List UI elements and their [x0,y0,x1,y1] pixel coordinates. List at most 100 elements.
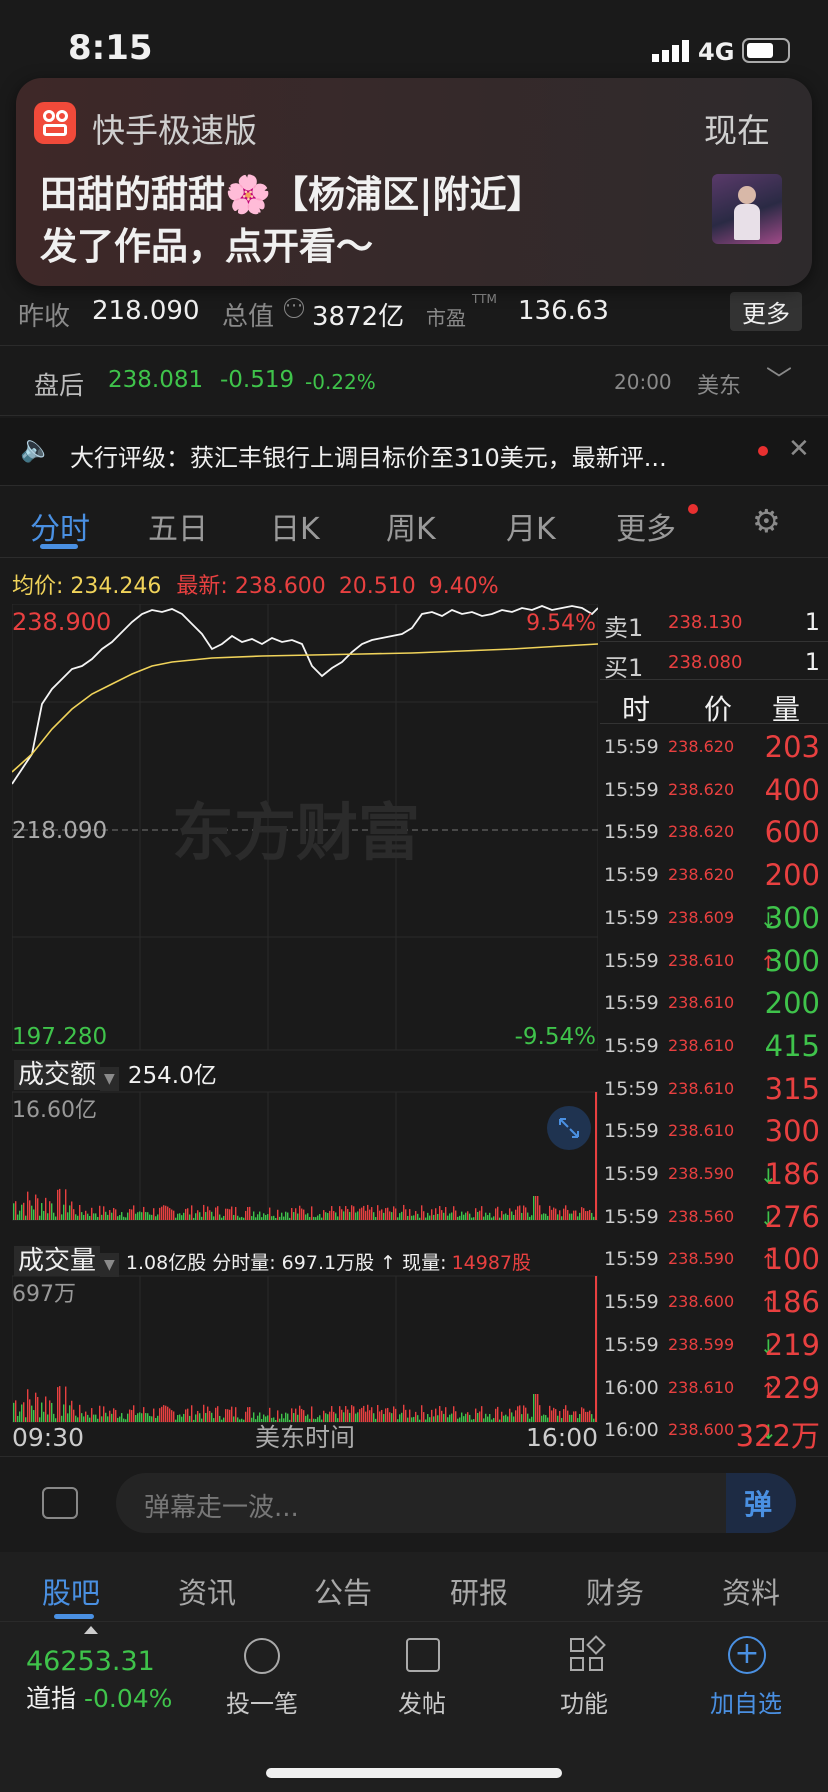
trade-price: 238.610 [668,1078,735,1098]
trade-time: 15:59 [604,1248,659,1271]
tab-intraday[interactable]: 分时 [30,504,90,548]
trade-qty: 200 [764,986,820,1021]
close-icon[interactable]: ✕ [788,434,810,464]
trade-price: 238.610 [668,1035,735,1055]
chevron-down-icon[interactable]: ﹀ [766,360,792,397]
trade-price: 238.620 [668,779,735,799]
info-icon[interactable]: ⋯ [284,297,304,318]
danmaku-settings-icon[interactable] [42,1487,78,1519]
signal-icon [652,40,692,62]
tab-profile[interactable]: 资料 [722,1570,780,1612]
trade-price: 238.600 [668,1292,735,1312]
change-value: 20.510 [338,574,416,599]
trade-time: 15:59 [604,1291,659,1314]
tab-monthly-k[interactable]: 月K [506,504,556,548]
trade-qty: 219 [764,1327,820,1362]
home-indicator[interactable] [266,1768,562,1778]
change-pct: 9.40% [428,574,499,599]
trade-time: 15:59 [604,906,659,929]
trade-time: 15:59 [604,1163,659,1185]
trade-time: 15:59 [604,1205,659,1228]
tab-daily-k[interactable]: 日K [270,504,320,548]
avg-value: 234.246 [70,574,162,599]
index-ticker[interactable]: 46253.31 道指 -0.04% [26,1646,172,1715]
more-button[interactable]: 更多 [730,292,802,331]
trade-time: 15:59 [604,864,659,887]
trades-head-time: 时 [622,693,651,726]
trade-list[interactable]: 15:59 238.620 203 15:59 238.620 400 15:59 238.6… [0,726,828,1456]
buy-label: 买1 [604,654,644,682]
notification-app-name: 快手极速版 [92,111,257,150]
trade-row: 15:59 238.610 300 [600,1110,828,1153]
last-value: 238.600 [234,574,326,599]
trade-row: 15:59 238.560 ↓ 276 [600,1196,828,1239]
network-label: 4G [698,38,735,66]
tab-news[interactable]: 资讯 [178,1570,236,1612]
send-danmaku-label: 弹 [744,1488,773,1521]
trade-row: 15:59 238.600 ↑ 186 [600,1281,828,1324]
tab-more[interactable]: 更多 [616,504,676,548]
trades-header: 时 价 量 [600,680,828,726]
tab-announcements[interactable]: 公告 [314,1570,372,1612]
trade-time: 16:00 [604,1419,659,1442]
nav-trade[interactable]: 投一笔 [202,1684,322,1719]
nav-post[interactable]: 发帖 [362,1684,482,1719]
trade-price: 238.599 [668,1334,735,1354]
add-circle-icon: + [728,1636,766,1674]
tab-5day[interactable]: 五日 [148,504,208,548]
comment-placeholder: 弹幕走一波... [144,1493,299,1523]
after-hours-row[interactable]: 盘后 238.081 -0.519 -0.22% 20:00 美东 ﹀ [0,346,828,416]
trades-head-qty: 量 [772,693,801,726]
trade-row: 15:59 238.590 ↑ 100 [600,1238,828,1281]
news-ticker[interactable]: 🔈 大行评级：获汇丰银行上调目标价至310美元，最新评... ✕ [0,418,828,486]
trade-price: 238.610 [668,1121,735,1141]
mcap-label: 总值 [222,302,275,332]
news-text[interactable]: 大行评级：获汇丰银行上调目标价至310美元，最新评... [70,438,667,473]
trade-row: 15:59 238.620 400 [600,769,828,812]
pe-sup: TTM [472,292,497,306]
tab-research[interactable]: 研报 [450,1570,508,1612]
after-hours-change: -0.519 [220,367,295,393]
notification-time: 现在 [704,111,770,150]
trade-time: 15:59 [604,1034,659,1057]
comment-input[interactable]: 弹幕走一波... 弹 [116,1473,796,1533]
push-notification[interactable]: 快手极速版 现在 田甜的甜甜🌸【杨浦区|附近】 发了作品，点开看～ [16,78,812,286]
trade-qty: 203 [764,730,820,764]
trade-price: 238.600 [668,1420,735,1440]
trades-head-price: 价 [704,693,733,726]
nav-add-watchlist[interactable]: 加自选 [686,1684,806,1719]
prev-close-value: 218.090 [92,296,200,326]
trade-qty: 322万 [735,1419,820,1454]
grid-icon [570,1635,606,1672]
trade-row: 15:59 238.610 200 [600,982,828,1025]
trade-time: 15:59 [604,949,659,972]
avg-label: 均价: [12,574,64,599]
trade-row: 15:59 238.610 415 [600,1025,828,1068]
trade-qty: 300 [764,1114,820,1149]
speaker-icon: 🔈 [20,434,53,464]
trade-qty: 300 [764,900,820,935]
trade-qty: 276 [764,1199,820,1234]
chart-top-price: 238.900 [12,608,111,636]
after-hours-price: 238.081 [108,367,204,393]
index-pct: -0.04% [83,1684,173,1713]
sell-qty: 1 [804,608,820,636]
tab-weekly-k[interactable]: 周K [386,504,436,548]
tab-financials[interactable]: 财务 [586,1570,644,1612]
kuaishou-app-icon [34,102,76,144]
quote-row: 昨收 218.090 总值 ⋯ 3872亿 市盈 TTM 136.63 更多 [0,276,828,346]
nav-functions[interactable]: 功能 [524,1684,644,1719]
trade-row: 15:59 238.620 200 [600,854,828,897]
index-value: 46253.31 [26,1646,155,1677]
send-danmaku-button[interactable]: 弹 [726,1473,796,1533]
tab-forum[interactable]: 股吧 [42,1570,100,1612]
trade-time: 15:59 [604,821,659,844]
buy-price: 238.080 [668,652,743,673]
trade-row: 15:59 238.590 ↓ 186 [600,1153,828,1196]
trade-row: 15:59 238.610 315 [600,1068,828,1111]
trade-price: 238.610 [668,993,735,1013]
trade-time: 15:59 [604,736,659,758]
settings-gear-icon[interactable]: ⚙ [752,502,781,540]
trade-qty: 229 [764,1370,820,1405]
price-summary: 均价: 234.246 最新: 238.600 20.510 9.40% [12,568,612,599]
